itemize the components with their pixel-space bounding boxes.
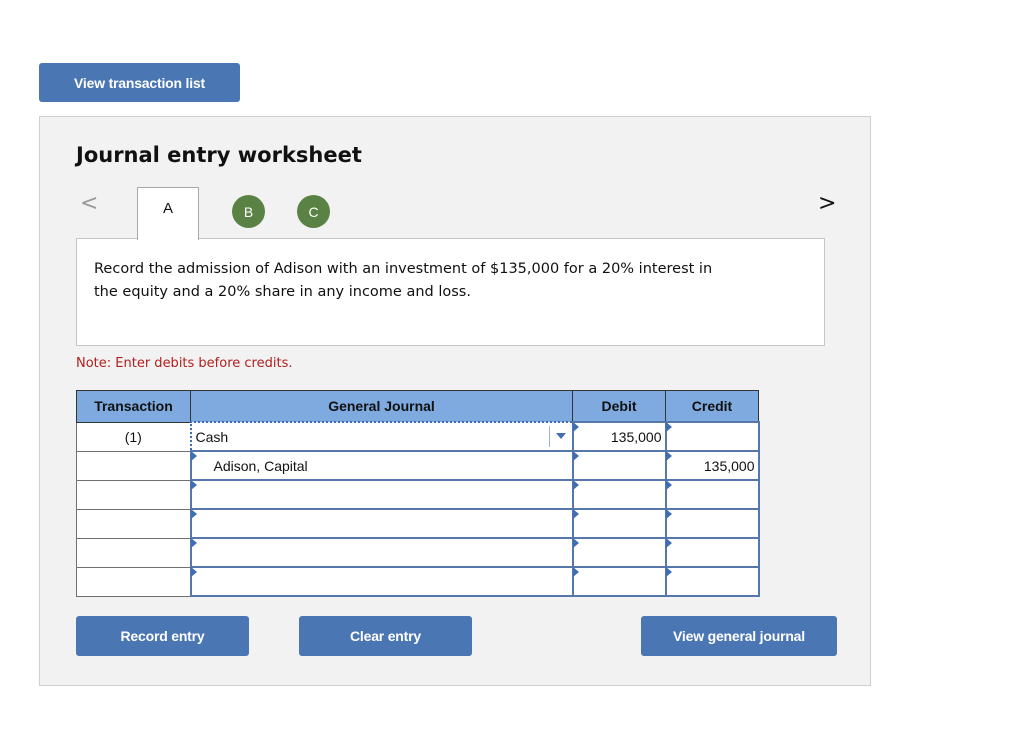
account-value[interactable] [192, 568, 572, 595]
debit-value[interactable] [574, 452, 665, 479]
journal-entry-worksheet-panel: Journal entry worksheet < > A B C Record… [39, 116, 871, 686]
table-row: (1) Cash 135,000 [76, 421, 760, 452]
debit-value[interactable] [574, 481, 665, 508]
transaction-cell [76, 508, 191, 539]
account-input[interactable] [189, 479, 574, 510]
debit-input[interactable] [571, 479, 667, 510]
worksheet-title: Journal entry worksheet [76, 143, 362, 167]
debit-input[interactable] [571, 450, 667, 481]
table-row [76, 508, 760, 539]
header-credit: Credit [665, 390, 759, 423]
tab-b-label: B [243, 203, 254, 220]
journal-table: Transaction General Journal Debit Credit… [76, 390, 760, 597]
credit-input[interactable] [664, 508, 760, 539]
debit-value[interactable] [574, 510, 665, 537]
account-input[interactable] [189, 508, 574, 539]
credit-input[interactable] [664, 537, 760, 568]
journal-header-row: Transaction General Journal Debit Credit [76, 390, 759, 423]
credit-input[interactable] [664, 421, 760, 452]
account-input[interactable]: Adison, Capital [189, 450, 574, 481]
credit-value[interactable]: 135,000 [667, 452, 758, 479]
credit-input[interactable] [664, 479, 760, 510]
question-box: Record the admission of Adison with an i… [76, 238, 825, 346]
transaction-cell [76, 566, 191, 597]
account-value[interactable]: Cash [192, 423, 572, 450]
table-row [76, 479, 760, 510]
transaction-cell [76, 450, 191, 481]
debit-input[interactable] [571, 508, 667, 539]
view-general-journal-button[interactable]: View general journal [641, 616, 837, 656]
credit-input[interactable] [664, 566, 760, 597]
header-general-journal: General Journal [190, 390, 573, 423]
header-debit: Debit [572, 390, 666, 423]
chevron-right-icon[interactable]: > [818, 191, 836, 216]
table-row: Adison, Capital 135,000 [76, 450, 760, 481]
credit-value[interactable] [667, 481, 758, 508]
credit-value[interactable] [667, 539, 758, 566]
view-transaction-list-button[interactable]: View transaction list [39, 63, 240, 102]
transaction-cell: (1) [76, 421, 191, 452]
debit-value[interactable]: 135,000 [574, 423, 665, 450]
credit-value[interactable] [667, 510, 758, 537]
transaction-cell [76, 479, 191, 510]
debit-input[interactable] [571, 537, 667, 568]
credit-value[interactable] [667, 423, 758, 450]
account-value[interactable] [192, 539, 572, 566]
debit-value[interactable] [574, 539, 665, 566]
tab-c[interactable]: C [297, 195, 330, 228]
record-entry-button[interactable]: Record entry [76, 616, 249, 656]
account-value[interactable]: Adison, Capital [192, 452, 572, 479]
credit-input[interactable]: 135,000 [664, 450, 760, 481]
table-row [76, 566, 760, 597]
account-value[interactable] [192, 510, 572, 537]
tab-a[interactable]: A [137, 187, 199, 240]
transaction-cell [76, 537, 191, 568]
header-transaction: Transaction [76, 390, 191, 423]
account-input[interactable] [189, 566, 574, 597]
debit-input[interactable]: 135,000 [571, 421, 667, 452]
account-input[interactable] [189, 537, 574, 568]
account-select[interactable]: Cash [189, 421, 574, 452]
account-value[interactable] [192, 481, 572, 508]
tab-b[interactable]: B [232, 195, 265, 228]
dropdown-caret-icon[interactable] [555, 433, 566, 439]
tab-a-label: A [162, 200, 173, 217]
credit-value[interactable] [667, 568, 758, 595]
question-text: Record the admission of Adison with an i… [94, 261, 713, 300]
tab-c-label: C [308, 203, 319, 220]
debit-value[interactable] [574, 568, 665, 595]
dropdown-separator [548, 426, 550, 447]
debit-input[interactable] [571, 566, 667, 597]
table-row [76, 537, 760, 568]
instruction-note: Note: Enter debits before credits. [76, 356, 293, 371]
clear-entry-button[interactable]: Clear entry [299, 616, 472, 656]
chevron-left-icon[interactable]: < [80, 191, 98, 216]
